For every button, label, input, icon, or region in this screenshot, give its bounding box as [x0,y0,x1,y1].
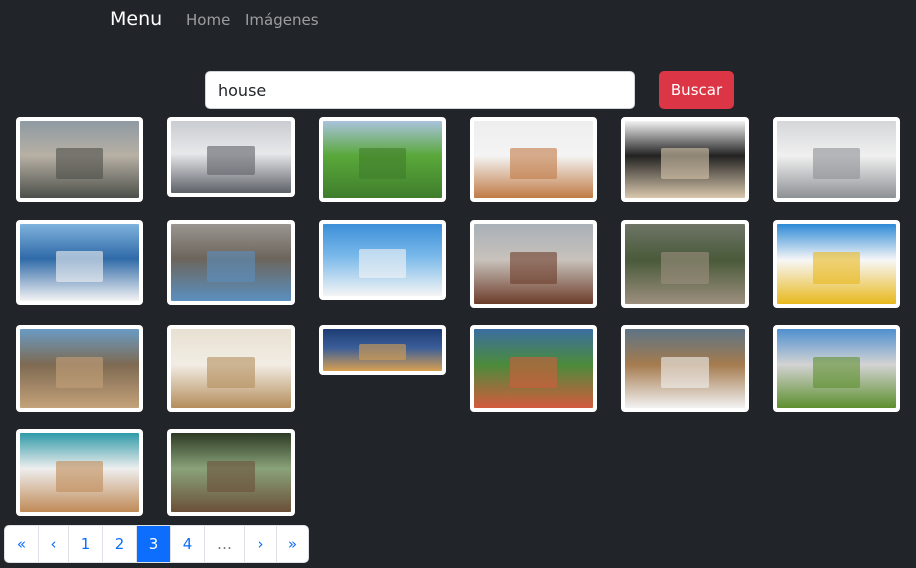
image-subject [358,249,407,278]
gallery-image [20,329,139,408]
image-subject [661,147,709,179]
pagination-ellipsis: … [204,526,244,562]
image-subject [509,252,558,284]
gallery-image [323,224,442,296]
gallery-thumbnail-architecture-ceiling[interactable] [773,117,900,202]
gallery-thumbnail-empty-room[interactable] [167,325,295,412]
image-subject [358,343,407,361]
image-subject [358,147,407,179]
gallery-image [171,433,291,512]
gallery-image [171,224,291,301]
gallery-thumbnail-forest-cabin[interactable] [167,429,295,516]
pagination-prev-button[interactable]: ‹ [38,526,68,562]
gallery-image [20,224,139,301]
gallery-thumbnail-modern-interior[interactable] [621,117,749,202]
image-subject [661,356,709,389]
pagination-page-3[interactable]: 3 [136,526,170,562]
gallery-image [625,121,745,198]
gallery-thumbnail-old-mansion[interactable] [621,220,749,308]
gallery-thumbnail-grass-roof-house[interactable] [319,117,446,202]
image-subject [509,147,558,179]
gallery-thumbnail-cinque-terre[interactable] [470,325,597,412]
gallery-thumbnail-city-street[interactable] [470,220,597,308]
pagination-page-2[interactable]: 2 [102,526,136,562]
gallery-thumbnail-haunted-house[interactable] [16,117,143,202]
pagination-page-1[interactable]: 1 [68,526,102,562]
gallery-image [474,121,593,198]
gallery-thumbnail-riverside-panorama[interactable] [319,325,446,375]
gallery-thumbnail-santorini[interactable] [16,220,143,305]
image-subject [55,356,104,389]
gallery-image [777,121,896,198]
image-subject [207,460,255,493]
image-subject [661,252,709,284]
image-subject [207,250,255,282]
navbar-brand[interactable]: Menu [110,8,162,30]
image-subject [509,356,558,389]
gallery-thumbnail-house-model-keys[interactable] [16,429,143,516]
pagination-last-button[interactable]: » [276,526,308,562]
gallery-image [777,329,896,408]
gallery-image [323,121,442,198]
image-subject [55,147,104,179]
pagination-first-button[interactable]: « [5,526,38,562]
gallery-image [474,224,593,304]
gallery-thumbnail-gingerbread-garland[interactable] [470,117,597,202]
image-subject [55,460,104,493]
gallery-thumbnail-field-house[interactable] [773,325,900,412]
image-subject [207,356,255,389]
gallery-thumbnail-two-windows[interactable] [621,325,749,412]
gallery-thumbnail-old-street[interactable] [16,325,143,412]
navbar: Menu Home Imágenes [0,0,916,40]
gallery-thumbnail-house-in-clouds[interactable] [167,117,295,197]
image-subject [812,147,861,179]
gallery-image [474,329,593,408]
nav-link-images[interactable]: Imágenes [245,11,319,29]
gallery-image [625,329,745,408]
gallery-image [625,224,745,304]
pagination-page-4[interactable]: 4 [170,526,204,562]
image-subject [207,146,255,175]
gallery-image [323,329,442,371]
gallery-image [171,121,291,193]
gallery-thumbnail-cube-house[interactable] [773,220,900,308]
search-button[interactable]: Buscar [659,71,734,109]
gallery-image [20,121,139,198]
gallery-image [777,224,896,304]
image-subject [812,356,861,389]
gallery-image [171,329,291,408]
gallery-thumbnail-blue-shutter-window[interactable] [167,220,295,305]
pagination: « ‹ 1 2 3 4 … › » [4,525,309,563]
image-subject [812,252,861,284]
search-input[interactable] [205,71,635,109]
gallery-thumbnail-apartment-facade[interactable] [319,220,446,300]
gallery-image [20,433,139,512]
image-subject [55,250,104,282]
nav-link-home[interactable]: Home [186,11,230,29]
pagination-next-button[interactable]: › [244,526,276,562]
